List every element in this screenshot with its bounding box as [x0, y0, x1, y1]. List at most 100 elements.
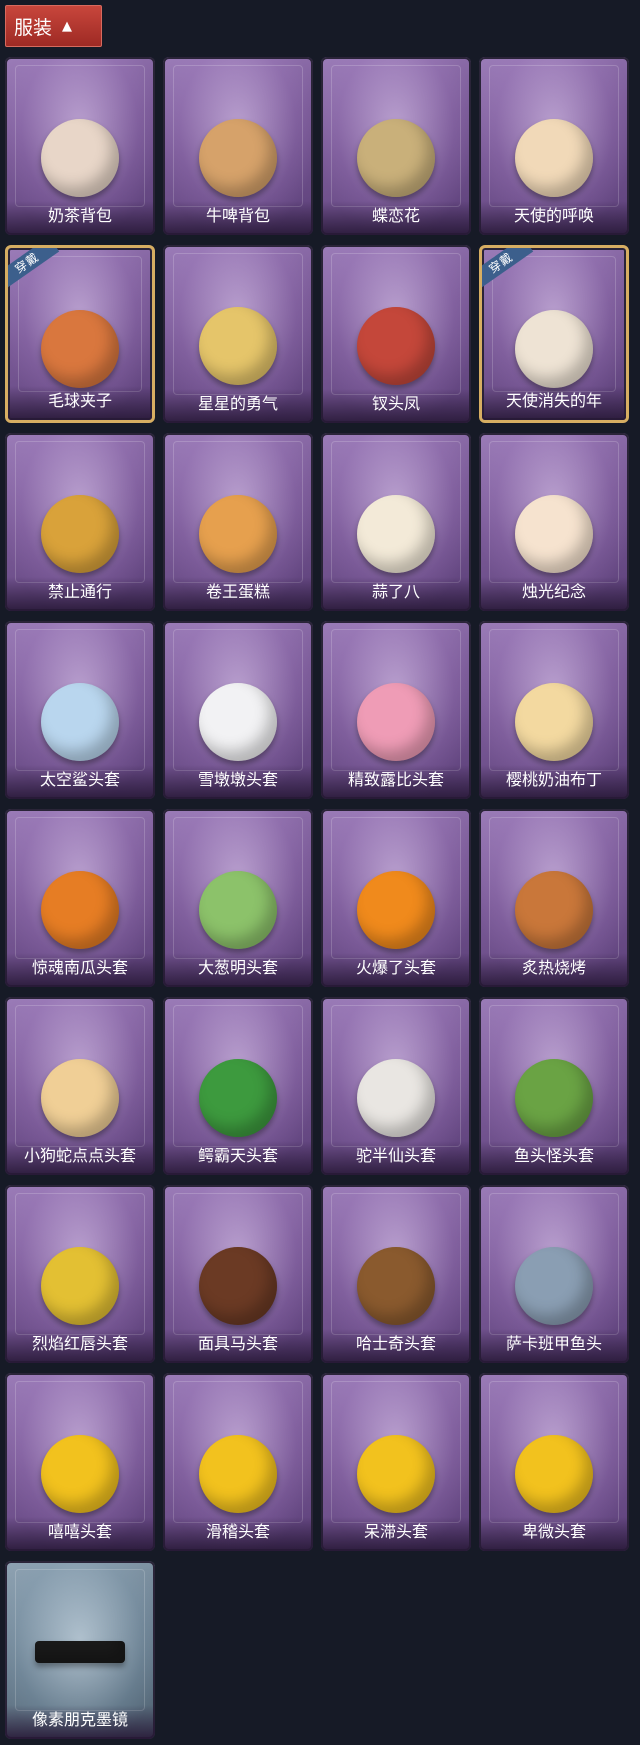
costume-item-card[interactable]: 穿戴 天使消失的年: [479, 245, 629, 423]
costume-item-card[interactable]: 惊魂南瓜头套: [5, 809, 155, 987]
humble-emoji-icon: [515, 1435, 593, 1513]
phoenix-hairpin-icon: [357, 307, 435, 385]
costume-item-card[interactable]: 哈士奇头套: [321, 1185, 471, 1363]
costume-item-card[interactable]: 卷王蛋糕: [163, 433, 313, 611]
butterfly-flower-icon: [357, 119, 435, 197]
costume-item-card[interactable]: 穿戴 毛球夹子: [5, 245, 155, 423]
costume-item-label: 像素朋克墨镜: [5, 1705, 155, 1739]
costume-item-card[interactable]: 火爆了头套: [321, 809, 471, 987]
category-title: 服装: [14, 16, 53, 39]
costume-item-card[interactable]: 鳄霸天头套: [163, 997, 313, 1175]
bbq-icon: [515, 871, 593, 949]
milk-tea-backpack-icon: [41, 119, 119, 197]
fur-ball-clip-icon: [41, 310, 119, 388]
pumpkin-icon: [41, 871, 119, 949]
star-courage-icon: [199, 307, 277, 385]
red-lips-icon: [41, 1247, 119, 1325]
costume-item-card[interactable]: 滑稽头套: [163, 1373, 313, 1551]
angel-vanished-icon: [515, 310, 593, 388]
equipped-badge: 穿戴: [482, 248, 534, 290]
costume-item-card[interactable]: 太空鲨头套: [5, 621, 155, 799]
costume-item-card[interactable]: 蒜了八: [321, 433, 471, 611]
costume-item-label: 呆滞头套: [321, 1517, 471, 1551]
pixel-sunglasses-icon: [35, 1641, 125, 1663]
costume-item-card[interactable]: 蝶恋花: [321, 57, 471, 235]
costume-item-label: 太空鲨头套: [5, 765, 155, 799]
costume-item-label: 小狗蛇点点头套: [5, 1141, 155, 1175]
dog-snake-icon: [41, 1059, 119, 1137]
candle-icon: [515, 495, 593, 573]
fish-head-icon: [515, 1059, 593, 1137]
costume-item-card[interactable]: 呆滞头套: [321, 1373, 471, 1551]
costume-item-card[interactable]: 萨卡班甲鱼头: [479, 1185, 629, 1363]
no-entry-icon: [41, 495, 119, 573]
crocodile-icon: [199, 1059, 277, 1137]
costume-item-label: 驼半仙头套: [321, 1141, 471, 1175]
costume-item-card[interactable]: 卑微头套: [479, 1373, 629, 1551]
costume-item-card[interactable]: 小狗蛇点点头套: [5, 997, 155, 1175]
bear-icon: [357, 1059, 435, 1137]
costume-item-label: 天使的呼唤: [479, 201, 629, 235]
costume-item-label: 毛球夹子: [8, 386, 152, 420]
costume-item-card[interactable]: 禁止通行: [5, 433, 155, 611]
costume-item-card[interactable]: 樱桃奶油布丁: [479, 621, 629, 799]
costume-item-label: 滑稽头套: [163, 1517, 313, 1551]
costume-item-card[interactable]: 嘻嘻头套: [5, 1373, 155, 1551]
costume-item-card[interactable]: 烈焰红唇头套: [5, 1185, 155, 1363]
costume-item-label: 星星的勇气: [163, 389, 313, 423]
costume-item-label: 精致露比头套: [321, 765, 471, 799]
costume-item-card[interactable]: 像素朋克墨镜: [5, 1561, 155, 1739]
costume-item-label: 惊魂南瓜头套: [5, 953, 155, 987]
costume-item-label: 卷王蛋糕: [163, 577, 313, 611]
costume-item-card[interactable]: 鱼头怪头套: [479, 997, 629, 1175]
fire-icon: [357, 871, 435, 949]
costume-item-card[interactable]: 炙热烧烤: [479, 809, 629, 987]
costume-category-toggle[interactable]: 服装 ▲: [5, 5, 102, 47]
costume-item-label: 雪墩墩头套: [163, 765, 313, 799]
angel-call-icon: [515, 119, 593, 197]
funny-emoji-icon: [199, 1435, 277, 1513]
horse-mask-icon: [199, 1247, 277, 1325]
costume-item-card[interactable]: 星星的勇气: [163, 245, 313, 423]
costume-item-label: 烈焰红唇头套: [5, 1329, 155, 1363]
costume-item-label: 炙热烧烤: [479, 953, 629, 987]
costume-item-label: 禁止通行: [5, 577, 155, 611]
costume-item-label: 烛光纪念: [479, 577, 629, 611]
costume-item-label: 鳄霸天头套: [163, 1141, 313, 1175]
costume-item-label: 蒜了八: [321, 577, 471, 611]
costume-item-card[interactable]: 大葱明头套: [163, 809, 313, 987]
costume-item-card[interactable]: 牛啤背包: [163, 57, 313, 235]
roll-cake-icon: [199, 495, 277, 573]
costume-item-card[interactable]: 天使的呼唤: [479, 57, 629, 235]
costume-item-card[interactable]: 面具马头套: [163, 1185, 313, 1363]
costume-item-label: 萨卡班甲鱼头: [479, 1329, 629, 1363]
costume-item-label: 鱼头怪头套: [479, 1141, 629, 1175]
snowman-icon: [199, 683, 277, 761]
scallion-icon: [199, 871, 277, 949]
husky-icon: [357, 1247, 435, 1325]
costume-item-label: 面具马头套: [163, 1329, 313, 1363]
costume-item-card[interactable]: 驼半仙头套: [321, 997, 471, 1175]
costume-item-label: 卑微头套: [479, 1517, 629, 1551]
costume-item-card[interactable]: 烛光纪念: [479, 433, 629, 611]
dazed-emoji-icon: [357, 1435, 435, 1513]
costume-item-label: 钗头凤: [321, 389, 471, 423]
costume-item-label: 天使消失的年: [482, 386, 626, 420]
costume-item-label: 大葱明头套: [163, 953, 313, 987]
costume-item-card[interactable]: 钗头凤: [321, 245, 471, 423]
costume-item-label: 火爆了头套: [321, 953, 471, 987]
costume-item-label: 奶茶背包: [5, 201, 155, 235]
costume-item-card[interactable]: 雪墩墩头套: [163, 621, 313, 799]
costume-item-label: 樱桃奶油布丁: [479, 765, 629, 799]
chevron-up-icon: ▲: [62, 18, 73, 34]
costume-item-label: 嘻嘻头套: [5, 1517, 155, 1551]
costume-item-card[interactable]: 精致露比头套: [321, 621, 471, 799]
costume-grid: 奶茶背包 牛啤背包 蝶恋花 天使的呼唤 穿戴 毛球夹子 星星的勇气 钗头凤 穿戴 天使消失的年 禁止…: [5, 57, 629, 1739]
grin-emoji-icon: [41, 1435, 119, 1513]
costume-item-label: 牛啤背包: [163, 201, 313, 235]
space-shark-icon: [41, 683, 119, 761]
sacabambaspis-icon: [515, 1247, 593, 1325]
equipped-badge: 穿戴: [8, 248, 60, 290]
costume-item-card[interactable]: 奶茶背包: [5, 57, 155, 235]
garlic-icon: [357, 495, 435, 573]
